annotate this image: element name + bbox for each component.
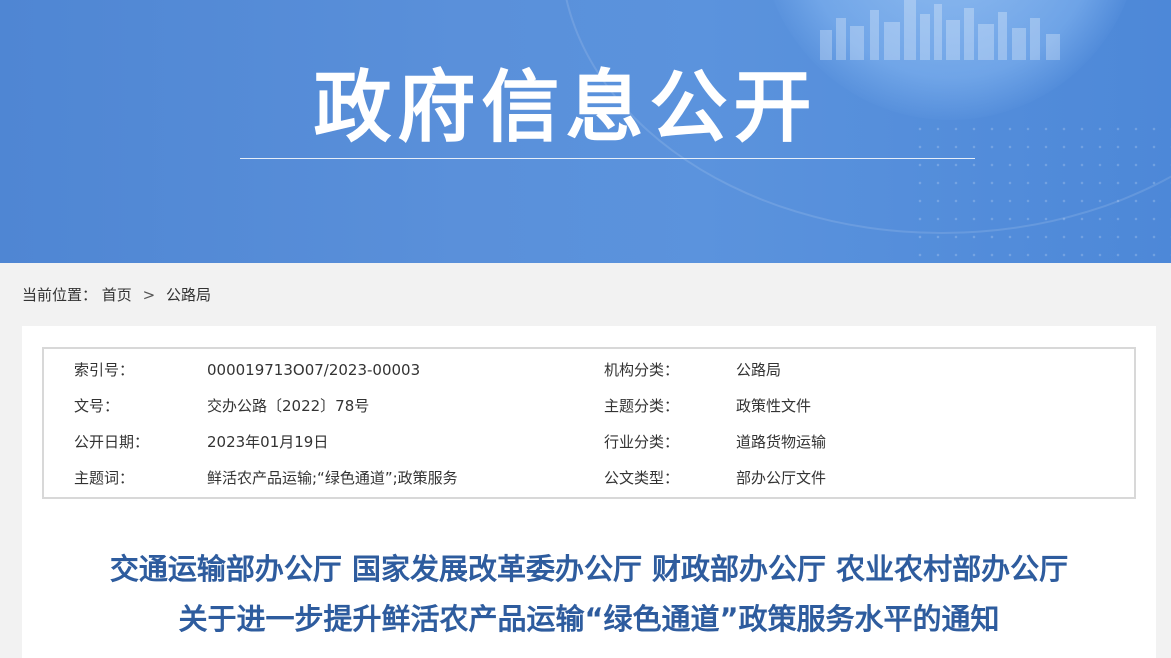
document-metadata-table: 索引号： 000019713O07/2023-00003 机构分类： 公路局 文… bbox=[42, 347, 1136, 499]
metadata-row: 文号： 交办公路〔2022〕78号 主题分类： 政策性文件 bbox=[44, 388, 1134, 424]
metadata-label-index: 索引号： bbox=[74, 361, 135, 379]
metadata-label-publish-date: 公开日期： bbox=[74, 433, 150, 451]
metadata-value-publish-date: 2023年01月19日 bbox=[207, 433, 329, 451]
skyline-illustration bbox=[820, 0, 1060, 60]
metadata-value-topic: 政策性文件 bbox=[736, 397, 812, 415]
document-title-line-2: 关于进一步提升鲜活农产品运输“绿色通道”政策服务水平的通知 bbox=[178, 602, 1000, 636]
breadcrumb-home-link[interactable]: 首页 bbox=[102, 286, 132, 304]
metadata-row: 公开日期： 2023年01月19日 行业分类： 道路货物运输 bbox=[44, 424, 1134, 460]
breadcrumb-current-link[interactable]: 公路局 bbox=[166, 286, 211, 304]
metadata-label-agency: 机构分类： bbox=[604, 361, 680, 379]
metadata-row: 索引号： 000019713O07/2023-00003 机构分类： 公路局 bbox=[44, 352, 1134, 388]
metadata-label-doc-number: 文号： bbox=[74, 397, 120, 415]
banner: 政府信息公开 bbox=[0, 0, 1171, 263]
document-title-line-1: 交通运输部办公厅 国家发展改革委办公厅 财政部办公厅 农业农村部办公厅 bbox=[109, 552, 1069, 586]
breadcrumb-separator: > bbox=[142, 286, 156, 304]
page: 政府信息公开 当前位置： 首页 > 公路局 索引号： 000019713O07/… bbox=[0, 0, 1171, 658]
document-title: 交通运输部办公厅 国家发展改革委办公厅 财政部办公厅 农业农村部办公厅 关于进一… bbox=[22, 544, 1156, 644]
metadata-label-topic: 主题分类： bbox=[604, 397, 680, 415]
metadata-label-doc-type: 公文类型： bbox=[604, 469, 680, 487]
metadata-value-industry: 道路货物运输 bbox=[736, 433, 827, 451]
content-card: 索引号： 000019713O07/2023-00003 机构分类： 公路局 文… bbox=[22, 326, 1156, 658]
metadata-value-doc-number: 交办公路〔2022〕78号 bbox=[207, 397, 370, 415]
metadata-label-keywords: 主题词： bbox=[74, 469, 135, 487]
breadcrumb: 当前位置： 首页 > 公路局 bbox=[22, 284, 211, 306]
banner-title: 政府信息公开 bbox=[313, 63, 818, 153]
metadata-value-index: 000019713O07/2023-00003 bbox=[207, 361, 421, 379]
metadata-value-agency: 公路局 bbox=[736, 361, 782, 379]
breadcrumb-prefix: 当前位置： bbox=[22, 286, 98, 304]
metadata-label-industry: 行业分类： bbox=[604, 433, 680, 451]
banner-divider bbox=[240, 158, 975, 159]
metadata-value-keywords: 鲜活农产品运输;“绿色通道”;政策服务 bbox=[207, 469, 458, 487]
metadata-row: 主题词： 鲜活农产品运输;“绿色通道”;政策服务 公文类型： 部办公厅文件 bbox=[44, 460, 1134, 496]
metadata-value-doc-type: 部办公厅文件 bbox=[736, 469, 827, 487]
